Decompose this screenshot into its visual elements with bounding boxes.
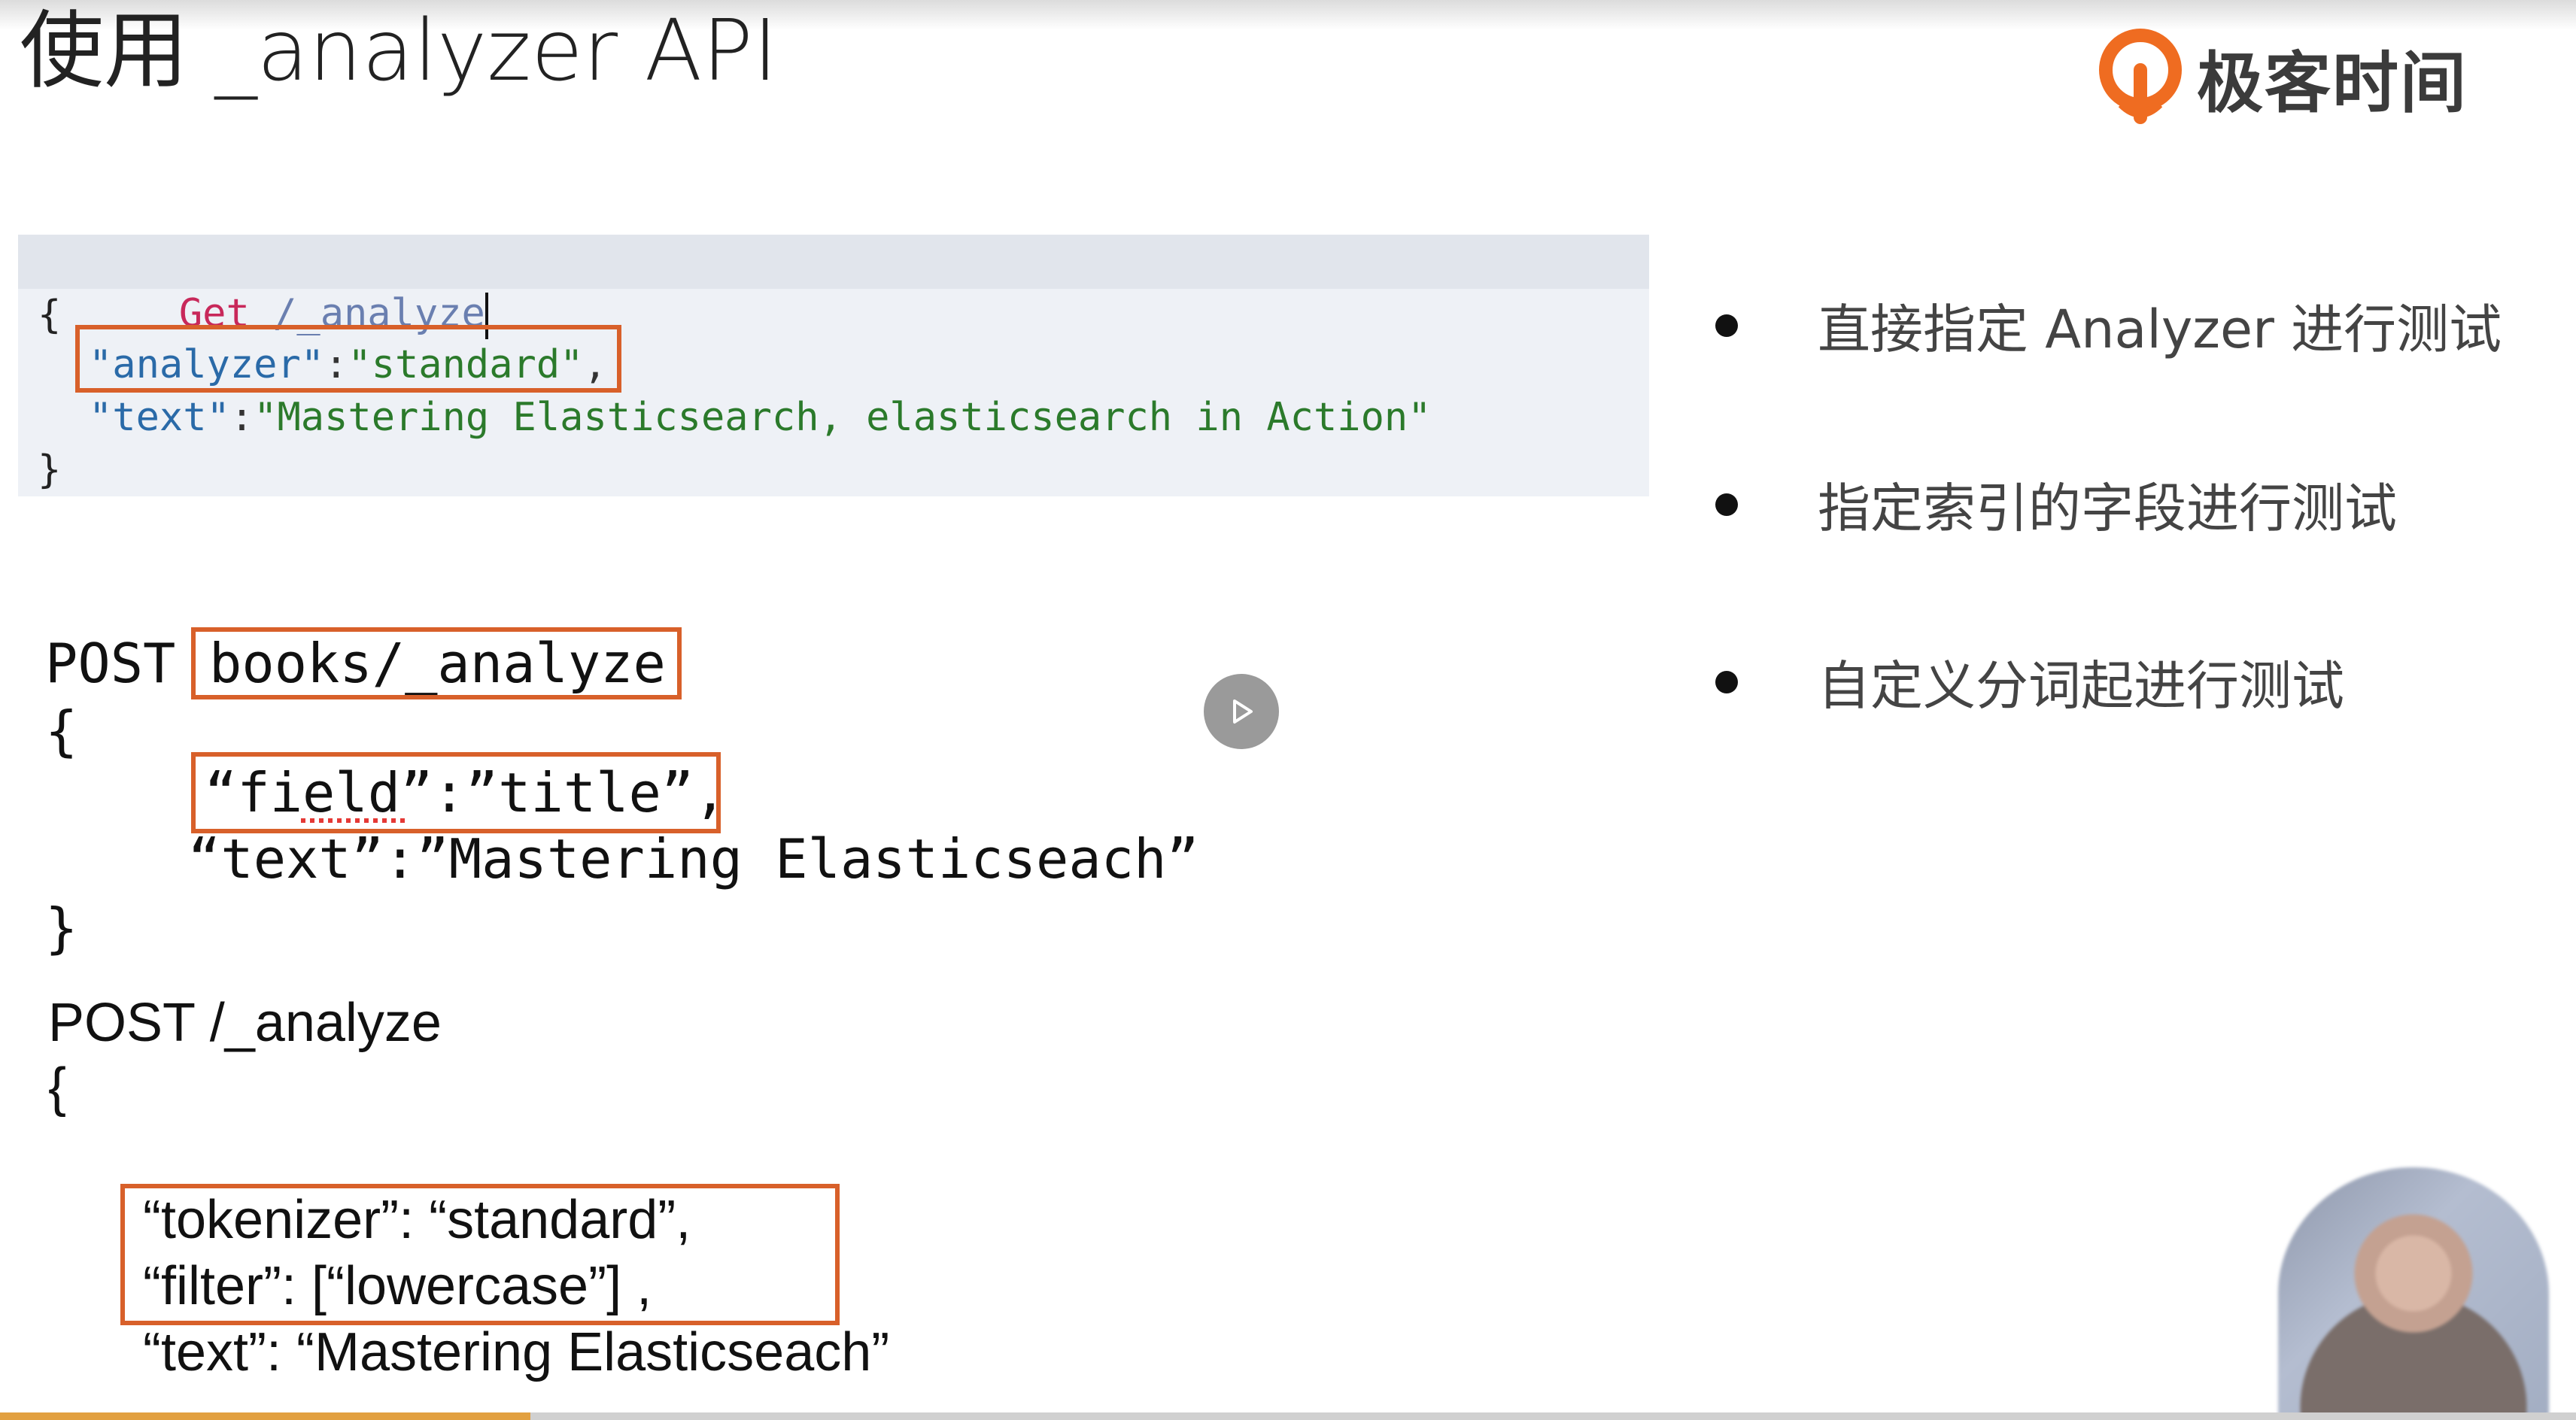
bullet-dot — [1715, 314, 1738, 337]
play-button[interactable] — [1204, 674, 1279, 749]
bullet-text: 自定义分词起进行测试 — [1818, 655, 2344, 717]
block2-method: POST — [45, 632, 176, 695]
text-value: "Mastering Elasticsearch, elasticsearch … — [254, 395, 1432, 440]
block3-open-brace: { — [48, 1057, 67, 1118]
brand-name: 极客时间 — [2197, 44, 2468, 122]
block3-text-line: “text”: “Mastering Elasticseach” — [143, 1322, 890, 1382]
open-brace: { — [38, 293, 62, 338]
bullet-text: 指定索引的字段进行测试 — [1818, 478, 2397, 539]
highlight-tokenizer-filter — [120, 1184, 840, 1325]
slide-title: 使用 _analyzer API — [20, 2, 778, 100]
bullet-dot — [1715, 493, 1738, 516]
highlight-index-path — [191, 627, 682, 699]
bullet-item: 自定义分词起进行测试 — [1715, 644, 2344, 720]
highlight-analyzer — [75, 325, 621, 393]
colon: : — [229, 395, 254, 440]
video-progress-bar[interactable] — [0, 1412, 2576, 1420]
play-icon — [1233, 699, 1253, 724]
text-line: "text":"Mastering Elasticsearch, elastic… — [89, 391, 1432, 444]
text-key: "text" — [89, 395, 230, 440]
bullet-item: 直接指定 Analyzer 进行测试 — [1715, 287, 2502, 363]
bullet-item: 指定索引的字段进行测试 — [1715, 466, 2397, 542]
block2-text-line: “text”:”Mastering Elasticseach” — [188, 827, 1199, 891]
video-progress-fill — [0, 1412, 531, 1420]
highlight-field — [191, 752, 721, 833]
close-brace: } — [38, 448, 62, 493]
brand: 极客时间 — [2099, 29, 2468, 126]
presenter-webcam — [2278, 1167, 2549, 1420]
block3-header: POST /_analyze — [48, 993, 442, 1053]
slide: 使用 _analyzer API 极客时间 Get /_analyze { "a… — [0, 0, 2576, 1420]
geektime-logo-icon — [2099, 29, 2182, 126]
bullet-text: 直接指定 Analyzer 进行测试 — [1818, 299, 2502, 360]
block2-close-brace: } — [45, 897, 78, 960]
bullet-dot — [1715, 670, 1738, 693]
block2-open-brace: { — [45, 699, 78, 763]
